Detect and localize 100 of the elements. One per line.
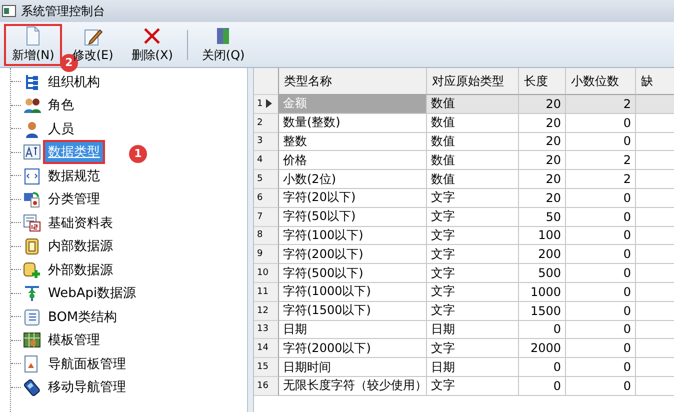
table-cell: 2	[566, 151, 636, 170]
table-cell: 2000	[519, 339, 566, 358]
table-cell: 文字	[427, 264, 519, 283]
row-number: 13	[254, 320, 279, 340]
toolbar-button[interactable]: 删除(X)	[123, 24, 181, 66]
tree-item[interactable]: 基础资料表	[43, 210, 118, 235]
app-icon	[2, 5, 16, 17]
tree-item[interactable]: 数据规范	[43, 164, 105, 188]
column-header[interactable]: 类型名称	[279, 68, 427, 95]
table-cell: 100	[519, 226, 566, 246]
table-cell: 数值	[427, 114, 519, 133]
tree-item[interactable]: 内部数据源	[43, 234, 118, 258]
code-document-icon	[23, 166, 41, 185]
table-cell: 整数	[279, 132, 427, 152]
table-cell: 日期	[427, 358, 519, 377]
row-number: 11	[254, 282, 279, 302]
table-cell: 数量(整数)	[279, 114, 427, 133]
table-cell: 字符(100以下)	[279, 226, 427, 246]
table-cell: 0	[566, 320, 636, 340]
tree-item[interactable]: BOM类结构	[43, 304, 122, 329]
table-cell: 0	[566, 188, 636, 208]
tree-item[interactable]: WebApi数据源	[43, 281, 142, 306]
row-number: 3	[254, 132, 279, 152]
table-cell: 数值	[427, 95, 519, 114]
column-header[interactable]: 小数位数	[566, 68, 636, 95]
table-cell: 0	[566, 376, 636, 396]
table-cell: 金额	[279, 95, 427, 114]
table-cell: 数值	[427, 170, 519, 189]
table-cell: 字符(200以下)	[279, 245, 427, 264]
row-number: 8	[254, 226, 279, 246]
row-number: 12	[254, 302, 279, 321]
table-cell: 0	[566, 245, 636, 264]
person-icon	[23, 120, 41, 138]
row-number: 9	[254, 245, 279, 264]
table-cell: 20	[519, 170, 566, 189]
splitter[interactable]	[247, 68, 254, 412]
table-cell: 20	[519, 132, 566, 152]
database-icon	[23, 237, 41, 256]
table-cell: 文字	[427, 282, 519, 302]
table-cell: 50	[519, 208, 566, 227]
table-cell: 0	[519, 320, 566, 340]
row-number: 10	[254, 264, 279, 283]
table-cell: 20	[519, 151, 566, 170]
toolbar-button[interactable]: 新增(N)	[4, 24, 62, 66]
table-cell: 小数(2位)	[279, 170, 427, 189]
table-cell: 1000	[519, 282, 566, 302]
table-cell: 字符(500以下)	[279, 264, 427, 283]
tree-item[interactable]: 模板管理	[43, 328, 105, 352]
current-row-icon	[266, 99, 272, 108]
table-cell: 0	[566, 226, 636, 246]
tree-item[interactable]: 组织机构	[43, 70, 105, 94]
table-cell: 0	[566, 282, 636, 302]
people-icon	[23, 96, 41, 114]
table-cell: 0	[566, 264, 636, 283]
row-number: 7	[254, 208, 279, 227]
table-cell: 0	[519, 358, 566, 377]
table-cell: 2	[566, 170, 636, 189]
tree-item[interactable]: 导航面板管理	[43, 352, 131, 376]
table-cell: 文字	[427, 226, 519, 246]
table-cell: 0	[566, 339, 636, 358]
tree-structure-icon	[23, 72, 41, 91]
window-title: 系统管理控制台	[21, 2, 105, 20]
toolbar-button[interactable]: 关闭(Q)	[194, 24, 253, 66]
document-list-icon	[23, 308, 41, 326]
table-cell: 数值	[427, 132, 519, 152]
table-cell: 字符(20以下)	[279, 188, 427, 208]
tree-item[interactable]: 角色	[43, 93, 79, 118]
column-header[interactable]: 缺	[636, 68, 674, 95]
tree-item[interactable]: 分类管理	[43, 187, 105, 212]
row-header-corner	[254, 68, 279, 95]
calendar-icon	[23, 214, 41, 232]
table-cell: 1500	[519, 302, 566, 321]
table-cell: 无限长度字符（较少使用）	[279, 376, 427, 396]
table-cell: 文字	[427, 302, 519, 321]
table-cell: 文字	[427, 376, 519, 396]
table-cell: 0	[566, 208, 636, 227]
column-header[interactable]: 对应原始类型	[427, 68, 519, 95]
column-header[interactable]: 长度	[519, 68, 566, 95]
letters-icon	[23, 143, 41, 162]
tree-item[interactable]: 人员	[43, 116, 79, 141]
table-cell: 字符(50以下)	[279, 208, 427, 227]
table-cell: 日期时间	[279, 358, 427, 377]
table-cell	[636, 95, 674, 114]
row-number: 4	[254, 151, 279, 170]
network-icon	[23, 284, 41, 302]
table-cell: 字符(1500以下)	[279, 302, 427, 321]
table-cell: 字符(1000以下)	[279, 282, 427, 302]
table-cell: 0	[566, 358, 636, 377]
tree-item[interactable]: 外部数据源	[43, 258, 118, 282]
table-cell: 文字	[427, 245, 519, 264]
table-cell: 0	[566, 114, 636, 133]
table-cell: 0	[566, 302, 636, 321]
row-number: 2	[254, 114, 279, 133]
row-number: 6	[254, 188, 279, 208]
database-add-icon	[23, 260, 41, 279]
table-cell: 字符(2000以下)	[279, 339, 427, 358]
row-number: 16	[254, 376, 279, 396]
tree-item[interactable]: 移动导航管理	[43, 375, 131, 400]
table-cell: 500	[519, 264, 566, 283]
row-number: 15	[254, 358, 279, 377]
